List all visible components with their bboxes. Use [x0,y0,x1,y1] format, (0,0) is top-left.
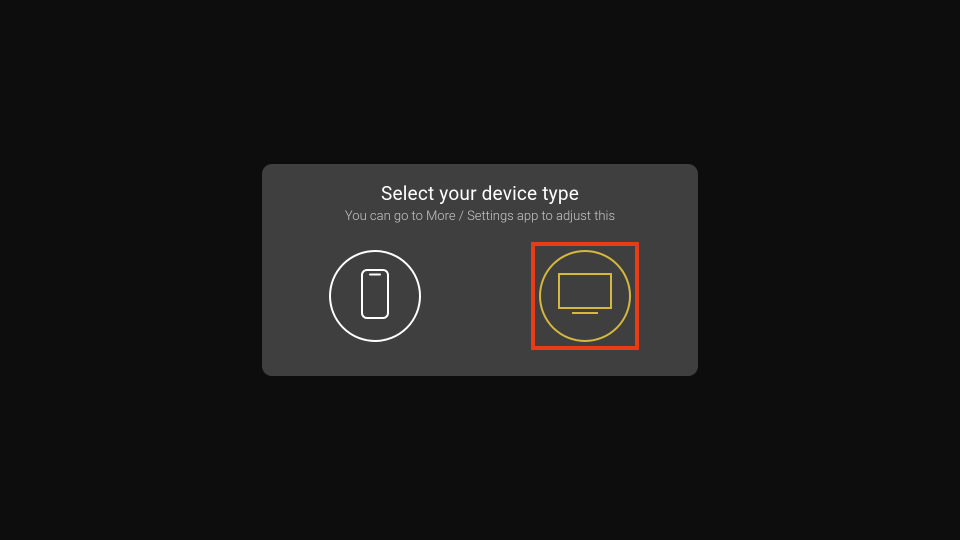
phone-icon [361,269,389,323]
option-phone[interactable] [329,250,421,342]
device-type-dialog: Select your device type You can go to Mo… [262,164,698,376]
dialog-title: Select your device type [381,182,579,205]
dialog-subtitle: You can go to More / Settings app to adj… [345,209,615,224]
device-options [262,250,698,342]
tv-circle [539,250,631,342]
tv-icon [558,273,612,319]
option-tv[interactable] [539,250,631,342]
phone-circle [329,250,421,342]
